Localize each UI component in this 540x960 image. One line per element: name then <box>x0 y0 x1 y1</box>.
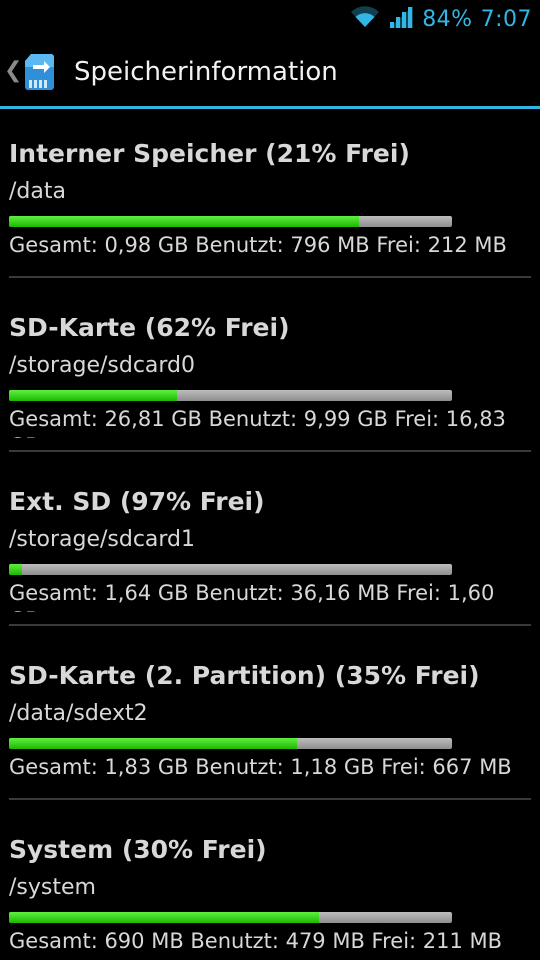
usage-bar <box>9 738 452 749</box>
storage-title: SD-Karte (62% Frei) <box>9 313 290 342</box>
page-title: Speicherinformation <box>74 57 338 87</box>
wifi-icon <box>350 5 380 33</box>
divider <box>9 450 531 452</box>
usage-bar-fill <box>9 564 23 575</box>
storage-stats: Gesamt: 26,81 GB Benutzt: 9,99 GB Frei: … <box>9 407 506 438</box>
storage-title: Interner Speicher (21% Frei) <box>9 139 410 168</box>
storage-item-sdcard: SD-Karte (62% Frei) /storage/sdcard0 Ges… <box>0 291 540 455</box>
divider <box>9 624 531 626</box>
battery-percent: 84% <box>422 6 473 32</box>
storage-stats: Gesamt: 1,64 GB Benutzt: 36,16 MB Frei: … <box>9 581 495 612</box>
storage-item-sd-partition: SD-Karte (2. Partition) (35% Frei) /data… <box>0 639 540 803</box>
storage-path: /storage/sdcard1 <box>9 527 196 552</box>
clock: 7:07 <box>480 6 532 32</box>
storage-title: System (30% Frei) <box>9 835 267 864</box>
storage-path: /storage/sdcard0 <box>9 353 196 378</box>
usage-bar <box>9 564 452 575</box>
storage-path: /data <box>9 179 66 204</box>
storage-path: /system <box>9 875 96 900</box>
storage-item-internal: Interner Speicher (21% Frei) /data Gesam… <box>0 117 540 281</box>
storage-item-system: System (30% Frei) /system Gesamt: 690 MB… <box>0 813 540 960</box>
storage-stats: Gesamt: 690 MB Benutzt: 479 MB Frei: 211… <box>9 929 503 953</box>
usage-bar-fill <box>9 216 359 227</box>
storage-title: Ext. SD (97% Frei) <box>9 487 265 516</box>
chevron-left-icon[interactable]: ❮ <box>4 58 22 83</box>
usage-bar <box>9 390 452 401</box>
status-icons: 84% 7:07 <box>350 0 532 38</box>
divider <box>9 798 531 800</box>
signal-icon <box>388 5 414 33</box>
storage-item-ext-sd: Ext. SD (97% Frei) /storage/sdcard1 Gesa… <box>0 465 540 629</box>
usage-bar-fill <box>9 912 320 923</box>
storage-stats: Gesamt: 0,98 GB Benutzt: 796 MB Frei: 21… <box>9 233 507 257</box>
action-bar-divider <box>0 106 540 109</box>
storage-stats: Gesamt: 1,83 GB Benutzt: 1,18 GB Frei: 6… <box>9 755 512 779</box>
usage-bar <box>9 912 452 923</box>
status-bar: 84% 7:07 <box>0 0 540 38</box>
usage-bar-fill <box>9 390 178 401</box>
usage-bar <box>9 216 452 227</box>
storage-path: /data/sdext2 <box>9 701 148 726</box>
usage-bar-fill <box>9 738 297 749</box>
divider <box>9 276 531 278</box>
sd-card-icon[interactable] <box>24 53 58 91</box>
storage-title: SD-Karte (2. Partition) (35% Frei) <box>9 661 480 690</box>
